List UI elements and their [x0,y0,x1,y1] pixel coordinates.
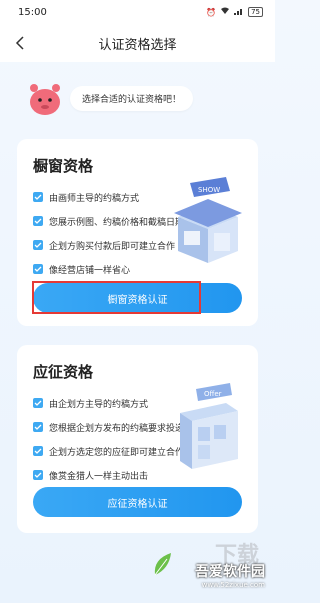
greeting-row: 选择合适的认证资格吧！ [26,76,256,120]
feature-text: 您展示例图、约稿价格和截稿日期 [49,217,185,228]
list-item: 由画师主导的约稿方式 [33,185,184,209]
leaf-logo-icon [151,551,173,581]
feature-text: 企划方购买付款后即可建立合作 [49,241,176,252]
check-icon [33,240,43,250]
check-icon [33,216,43,226]
check-icon [33,446,43,456]
feature-text: 企划方选定您的应征即可建立合作 [49,447,185,458]
watermark: 下载 吾爱软件园 www.52zixue.com [139,537,269,597]
chevron-left-icon [15,36,24,50]
card-title: 橱窗资格 [33,157,94,175]
back-button[interactable] [10,32,30,54]
card-title: 应征资格 [33,363,94,381]
alarm-icon: ⏰ [206,7,217,17]
signal-icon [234,7,244,17]
wifi-icon [220,7,230,17]
list-item: 您展示例图、约稿价格和截稿日期 [33,209,184,233]
apply-qualification-card: 应征资格 由企划方主导的约稿方式 您根据企划方发布的约稿要求投递应征 企划方选定… [17,345,258,533]
status-icons: ⏰ 75 [206,7,263,17]
status-bar: 15:00 ⏰ 75 [0,0,275,24]
feature-text: 像经营店铺一样省心 [49,265,131,276]
check-icon [33,422,43,432]
watermark-brand: 吾爱软件园 [195,564,265,580]
nav-bar: 认证资格选择 [0,24,275,62]
shop-sign-text: SHOW [198,186,220,194]
window-qualification-card: 橱窗资格 由画师主导的约稿方式 您展示例图、约稿价格和截稿日期 企划方购买付款后… [17,139,258,326]
greeting-bubble: 选择合适的认证资格吧！ [70,85,194,111]
board-sign-text: Offer [204,390,222,398]
check-icon [33,398,43,408]
page-title: 认证资格选择 [98,37,177,53]
list-item: 像经营店铺一样省心 [33,257,184,281]
window-certify-button[interactable]: 橱窗资格认证 [33,283,242,313]
status-time: 15:00 [18,6,47,18]
feature-list: 由画师主导的约稿方式 您展示例图、约稿价格和截稿日期 企划方购买付款后即可建立合… [33,185,184,281]
list-item: 企划方购买付款后即可建立合作 [33,233,184,257]
storefront-icon: SHOW [168,177,248,267]
check-icon [33,192,43,202]
feature-text: 由企划方主导的约稿方式 [49,399,149,410]
apply-certify-button[interactable]: 应征资格认证 [33,487,242,517]
check-icon [33,470,43,480]
mascot-icon [26,78,64,118]
offer-board-icon: Offer [168,383,248,473]
battery-icon: 75 [248,7,263,17]
check-icon [33,264,43,274]
feature-text: 由画师主导的约稿方式 [49,193,140,204]
feature-text: 像赏金猎人一样主动出击 [49,471,149,482]
watermark-url: www.52zixue.com [201,581,265,589]
